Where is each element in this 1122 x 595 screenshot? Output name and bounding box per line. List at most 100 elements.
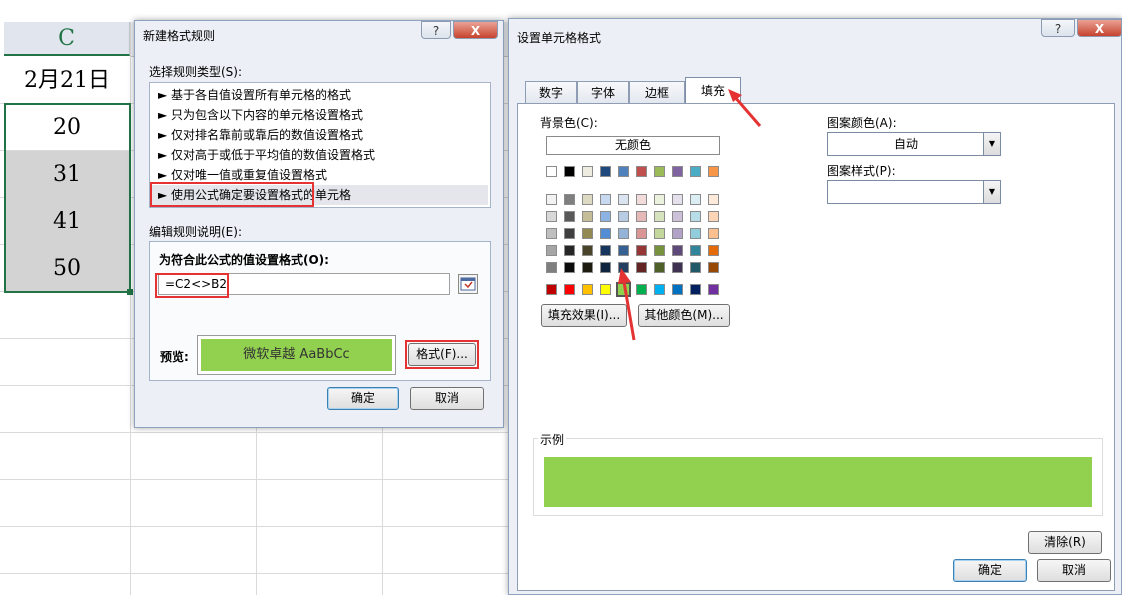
color-swatch[interactable]: [600, 211, 611, 222]
cell-date[interactable]: 2月21日: [4, 57, 130, 104]
color-swatch[interactable]: [600, 262, 611, 273]
color-swatch[interactable]: [582, 284, 593, 295]
color-swatch[interactable]: [654, 228, 665, 239]
color-swatch[interactable]: [654, 166, 665, 177]
color-swatch[interactable]: [636, 166, 647, 177]
range-picker-icon[interactable]: [458, 274, 478, 294]
color-swatch[interactable]: [708, 211, 719, 222]
cancel-button[interactable]: 取消: [410, 387, 484, 410]
color-swatch[interactable]: [564, 228, 575, 239]
color-swatch[interactable]: [690, 245, 701, 256]
color-swatch[interactable]: [672, 262, 683, 273]
color-swatch[interactable]: [600, 194, 611, 205]
color-swatch[interactable]: [546, 284, 557, 295]
color-swatch[interactable]: [564, 211, 575, 222]
chevron-down-icon[interactable]: ▼: [983, 181, 1000, 203]
color-swatch[interactable]: [636, 211, 647, 222]
color-swatch[interactable]: [564, 284, 575, 295]
color-swatch[interactable]: [672, 284, 683, 295]
color-swatch[interactable]: [618, 245, 629, 256]
color-swatch[interactable]: [618, 194, 629, 205]
color-swatch[interactable]: [672, 194, 683, 205]
more-colors-button[interactable]: 其他颜色(M)...: [638, 304, 730, 327]
color-swatch[interactable]: [654, 284, 665, 295]
color-swatch[interactable]: [582, 245, 593, 256]
color-swatch[interactable]: [672, 211, 683, 222]
cancel-button[interactable]: 取消: [1037, 559, 1111, 582]
tab-font[interactable]: 字体: [577, 81, 629, 103]
ok-button[interactable]: 确定: [953, 559, 1027, 582]
pattern-color-value: 自动: [893, 137, 918, 151]
color-swatch[interactable]: [546, 228, 557, 239]
color-swatch[interactable]: [708, 228, 719, 239]
sample-preview: [544, 457, 1092, 507]
color-swatch[interactable]: [654, 211, 665, 222]
color-swatch[interactable]: [600, 166, 611, 177]
color-swatch[interactable]: [690, 166, 701, 177]
color-swatch[interactable]: [708, 245, 719, 256]
color-swatch[interactable]: [546, 262, 557, 273]
color-swatch[interactable]: [546, 211, 557, 222]
tab-number[interactable]: 数字: [525, 81, 577, 103]
rule-type-item[interactable]: ► 仅对排名靠前或靠后的数值设置格式: [158, 125, 363, 145]
color-swatch[interactable]: [636, 228, 647, 239]
annotation-arrow-icon: [728, 89, 762, 127]
color-swatch[interactable]: [636, 194, 647, 205]
pattern-style-select[interactable]: ▼: [827, 180, 1001, 204]
color-swatch[interactable]: [690, 211, 701, 222]
color-swatch[interactable]: [708, 284, 719, 295]
color-swatch[interactable]: [546, 166, 557, 177]
color-swatch[interactable]: [582, 194, 593, 205]
color-swatch[interactable]: [690, 262, 701, 273]
color-swatch[interactable]: [672, 245, 683, 256]
color-swatch[interactable]: [690, 228, 701, 239]
color-swatch[interactable]: [618, 228, 629, 239]
color-swatch[interactable]: [564, 166, 575, 177]
color-swatch[interactable]: [672, 166, 683, 177]
clear-button[interactable]: 清除(R): [1028, 531, 1102, 554]
preview-sample: 微软卓越 AaBbCc: [201, 339, 392, 371]
fill-handle[interactable]: [127, 289, 133, 295]
color-swatch[interactable]: [582, 228, 593, 239]
column-header-c[interactable]: C: [4, 22, 130, 56]
pattern-color-label: 图案颜色(A):: [827, 116, 897, 130]
color-swatch[interactable]: [690, 194, 701, 205]
color-swatch[interactable]: [582, 166, 593, 177]
pattern-color-select[interactable]: 自动 ▼: [827, 132, 1001, 156]
help-button[interactable]: ?: [421, 21, 451, 39]
color-swatch[interactable]: [600, 228, 611, 239]
color-swatch[interactable]: [654, 262, 665, 273]
color-swatch[interactable]: [672, 228, 683, 239]
new-format-rule-dialog: 新建格式规则 ? X 选择规则类型(S): ► 基于各自值设置所有单元格的格式 …: [134, 20, 504, 428]
color-swatch[interactable]: [708, 262, 719, 273]
close-button[interactable]: X: [1077, 19, 1122, 37]
color-swatch[interactable]: [582, 211, 593, 222]
rule-type-item[interactable]: ► 基于各自值设置所有单元格的格式: [158, 85, 351, 105]
color-swatch[interactable]: [654, 194, 665, 205]
help-button[interactable]: ?: [1041, 19, 1075, 37]
color-swatch[interactable]: [636, 245, 647, 256]
edit-description-label: 编辑规则说明(E):: [149, 225, 242, 239]
color-swatch[interactable]: [708, 194, 719, 205]
color-swatch[interactable]: [564, 245, 575, 256]
color-swatch[interactable]: [600, 284, 611, 295]
color-swatch[interactable]: [582, 262, 593, 273]
color-swatch[interactable]: [600, 245, 611, 256]
color-swatch[interactable]: [564, 262, 575, 273]
color-swatch[interactable]: [546, 245, 557, 256]
rule-type-item[interactable]: ► 只为包含以下内容的单元格设置格式: [158, 105, 363, 125]
tab-border[interactable]: 边框: [629, 81, 685, 103]
color-swatch[interactable]: [546, 194, 557, 205]
close-button[interactable]: X: [453, 21, 498, 39]
color-swatch[interactable]: [690, 284, 701, 295]
ok-button[interactable]: 确定: [327, 387, 399, 410]
color-swatch[interactable]: [708, 166, 719, 177]
no-color-button[interactable]: 无颜色: [546, 136, 720, 155]
color-swatch[interactable]: [618, 166, 629, 177]
color-swatch[interactable]: [654, 245, 665, 256]
color-swatch[interactable]: [618, 211, 629, 222]
highlight-box: [150, 182, 314, 207]
chevron-down-icon[interactable]: ▼: [983, 133, 1000, 155]
color-swatch[interactable]: [564, 194, 575, 205]
rule-type-item[interactable]: ► 仅对高于或低于平均值的数值设置格式: [158, 145, 375, 165]
